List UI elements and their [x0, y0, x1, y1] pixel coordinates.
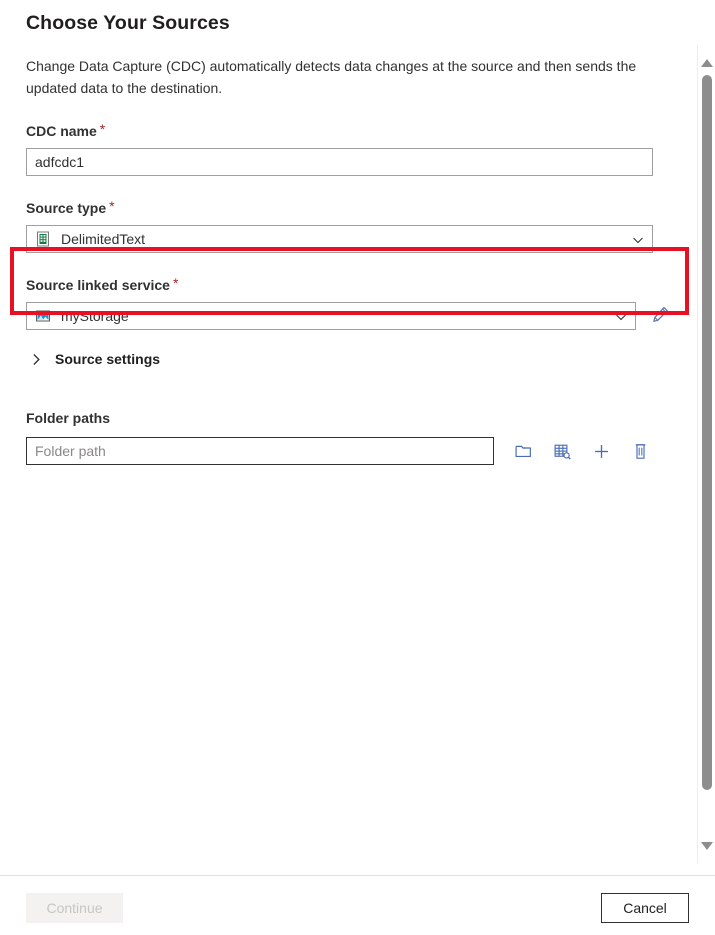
source-type-label: Source type * [26, 198, 671, 218]
continue-button[interactable]: Continue [26, 893, 123, 923]
source-settings-toggle[interactable]: Source settings [26, 348, 671, 370]
delete-folder-path-button[interactable] [627, 438, 653, 464]
delimited-text-icon [35, 231, 51, 247]
scroll-down-arrow[interactable] [698, 837, 715, 854]
pencil-icon [651, 305, 670, 327]
source-type-dropdown[interactable]: DelimitedText [26, 225, 653, 253]
browse-folder-icon [514, 442, 533, 461]
source-linked-service-label: Source linked service * [26, 275, 671, 295]
add-folder-path-button[interactable] [588, 438, 614, 464]
cdc-source-configuration-panel: Choose Your Sources Change Data Capture … [0, 0, 715, 935]
cdc-name-label: CDC name * [26, 121, 671, 141]
edit-linked-service-button[interactable] [650, 305, 671, 327]
page-description: Change Data Capture (CDC) automatically … [26, 58, 637, 96]
chevron-right-icon [30, 353, 43, 366]
cdc-name-label-text: CDC name [26, 123, 97, 139]
azure-blob-storage-icon [35, 308, 51, 324]
scrollbar-thumb[interactable] [702, 75, 712, 790]
source-linked-service-dropdown[interactable]: myStorage [26, 302, 636, 330]
vertical-scrollbar[interactable] [697, 45, 715, 863]
folder-path-row [26, 437, 653, 465]
source-type-value: DelimitedText [61, 231, 146, 247]
folder-paths-label: Folder paths [26, 410, 111, 426]
delete-icon [631, 442, 650, 461]
source-type-label-text: Source type [26, 200, 107, 216]
field-cdc-name: CDC name * [26, 121, 671, 176]
field-source-type: Source type * DelimitedText [26, 198, 671, 253]
scroll-up-arrow[interactable] [698, 54, 715, 71]
cdc-name-input[interactable] [26, 148, 653, 176]
panel-footer: Continue Cancel [0, 875, 715, 935]
source-linked-service-label-text: Source linked service [26, 277, 170, 293]
add-icon [592, 442, 611, 461]
required-asterisk: * [99, 121, 106, 137]
source-linked-service-value: myStorage [61, 308, 129, 324]
cancel-button[interactable]: Cancel [601, 893, 689, 923]
required-asterisk: * [109, 198, 115, 214]
folder-path-input[interactable] [26, 437, 494, 465]
field-source-linked-service: Source linked service * myStorage [26, 275, 671, 330]
preview-data-button[interactable] [549, 438, 575, 464]
preview-data-icon [553, 442, 572, 461]
required-asterisk: * [172, 275, 179, 291]
page-title: Choose Your Sources [26, 12, 230, 34]
source-settings-label: Source settings [55, 351, 161, 367]
panel-content-scroll-area: Choose Your Sources Change Data Capture … [0, 0, 697, 875]
field-folder-paths: Folder paths [26, 408, 671, 465]
chevron-down-icon [615, 310, 627, 322]
browse-folder-button[interactable] [511, 438, 537, 464]
chevron-down-icon [632, 233, 644, 245]
source-linked-service-row: myStorage [26, 302, 671, 330]
